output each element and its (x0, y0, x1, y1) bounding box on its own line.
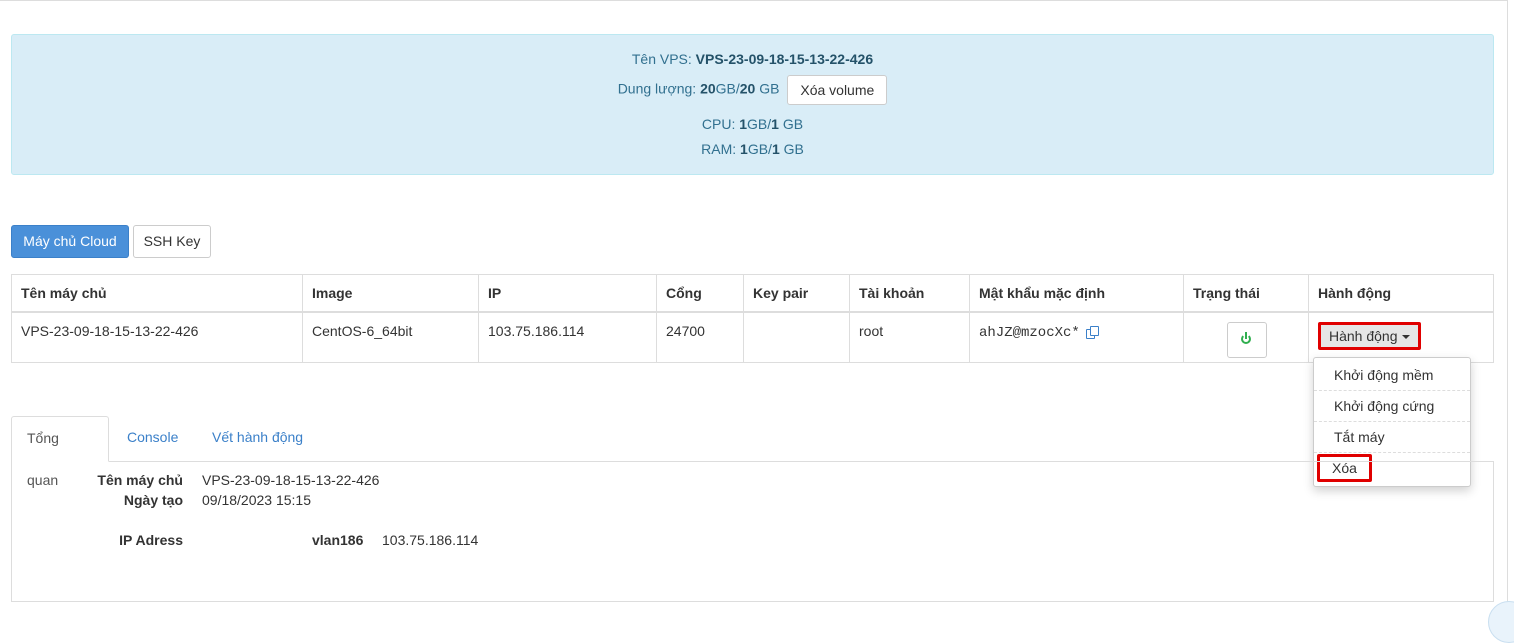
overview-created-label: Ngày tạo (123, 492, 183, 508)
vps-name-value: VPS-23-09-18-15-13-22-426 (695, 51, 874, 67)
cell-ip: 103.75.186.114 (478, 311, 657, 363)
col-header-action[interactable]: Hành động (1308, 274, 1494, 313)
ssh-key-button[interactable]: SSH Key (133, 225, 211, 258)
ram-line: RAM: 1GB/1 GB (12, 141, 1493, 157)
password-value: ahJZ@mzocXc* (979, 325, 1080, 341)
storage-unit: GB (759, 80, 780, 97)
power-button[interactable] (1227, 322, 1267, 358)
action-dropdown-label: Hành động (1329, 328, 1398, 344)
cell-account: root (849, 311, 970, 363)
vps-name-line: Tên VPS: VPS-23-09-18-15-13-22-426 (12, 51, 1493, 67)
overview-ip-value: 103.75.186.114 (382, 532, 479, 548)
server-table: Tên máy chủ Image IP Cổng Key pair Tài k… (11, 274, 1494, 363)
vps-name-label: Tên VPS: (631, 51, 692, 67)
col-header-name[interactable]: Tên máy chủ (11, 274, 303, 313)
page: Tên VPS: VPS-23-09-18-15-13-22-426 Dung … (0, 0, 1514, 643)
storage-line: Dung lượng: 20GB/20 GB Xóa volume (12, 75, 1493, 105)
power-icon-bar (1245, 332, 1247, 339)
overview-vlan-label: vlan186 (312, 532, 364, 548)
delete-volume-button[interactable]: Xóa volume (787, 75, 888, 105)
col-header-image[interactable]: Image (302, 274, 479, 313)
col-header-keypair[interactable]: Key pair (743, 274, 850, 313)
cpu-total: 1 (771, 116, 779, 132)
action-dropdown-button[interactable]: Hành động (1318, 322, 1421, 350)
cpu-label: CPU: (701, 116, 736, 132)
col-header-ip[interactable]: IP (478, 274, 657, 313)
storage-unit: GB/ (715, 80, 740, 97)
caret-down-icon (1401, 335, 1410, 339)
overview-ip-label: IP Adress (119, 532, 183, 548)
storage-label: Dung lượng: (617, 80, 697, 97)
ram-unit: GB (783, 141, 804, 157)
cell-keypair (743, 311, 850, 363)
ram-total: 1 (771, 141, 780, 157)
tab-action-log[interactable]: Vết hành động (212, 416, 303, 461)
col-header-account[interactable]: Tài khoản (849, 274, 970, 313)
cell-port: 24700 (656, 311, 744, 363)
cell-status (1183, 311, 1309, 363)
chat-widget-icon[interactable] (1488, 601, 1514, 643)
storage-total: 20 (739, 80, 756, 97)
cpu-line: CPU: 1GB/1 GB (12, 116, 1493, 132)
col-header-password[interactable]: Mật khẩu mặc định (969, 274, 1184, 313)
ram-unit: GB/ (747, 141, 772, 157)
overview-panel: Tên máy chủ VPS-23-09-18-15-13-22-426 Ng… (11, 461, 1494, 602)
copy-icon[interactable] (1085, 326, 1099, 339)
menu-item-soft-restart[interactable]: Khởi động mềm (1314, 360, 1470, 391)
vps-info-panel: Tên VPS: VPS-23-09-18-15-13-22-426 Dung … (11, 34, 1494, 175)
overview-name-label: Tên máy chủ (97, 472, 183, 488)
cpu-unit: GB/ (747, 116, 772, 132)
col-header-port[interactable]: Cổng (656, 274, 744, 313)
cloud-server-button[interactable]: Máy chủ Cloud (11, 225, 129, 258)
cell-action: Hành động (1308, 311, 1494, 363)
cpu-used: 1 (739, 116, 748, 132)
table-row: VPS-23-09-18-15-13-22-426 CentOS-6_64bit… (11, 311, 1494, 363)
detail-tabs: Tổng quan Console Vết hành động (11, 416, 1494, 488)
ram-label: RAM: (701, 141, 737, 157)
cell-image: CentOS-6_64bit (302, 311, 479, 363)
ram-used: 1 (740, 141, 748, 157)
tab-console[interactable]: Console (127, 416, 178, 461)
tab-overview[interactable]: Tổng quan (11, 416, 109, 488)
cpu-unit: GB (782, 116, 804, 132)
col-header-status[interactable]: Trạng thái (1183, 274, 1309, 313)
cell-password: ahJZ@mzocXc* (969, 311, 1184, 363)
cell-name: VPS-23-09-18-15-13-22-426 (11, 311, 303, 363)
table-header-row: Tên máy chủ Image IP Cổng Key pair Tài k… (11, 274, 1494, 313)
storage-used: 20 (700, 80, 716, 97)
overview-created-value: 09/18/2023 15:15 (202, 492, 311, 508)
overview-name-value: VPS-23-09-18-15-13-22-426 (202, 472, 380, 488)
